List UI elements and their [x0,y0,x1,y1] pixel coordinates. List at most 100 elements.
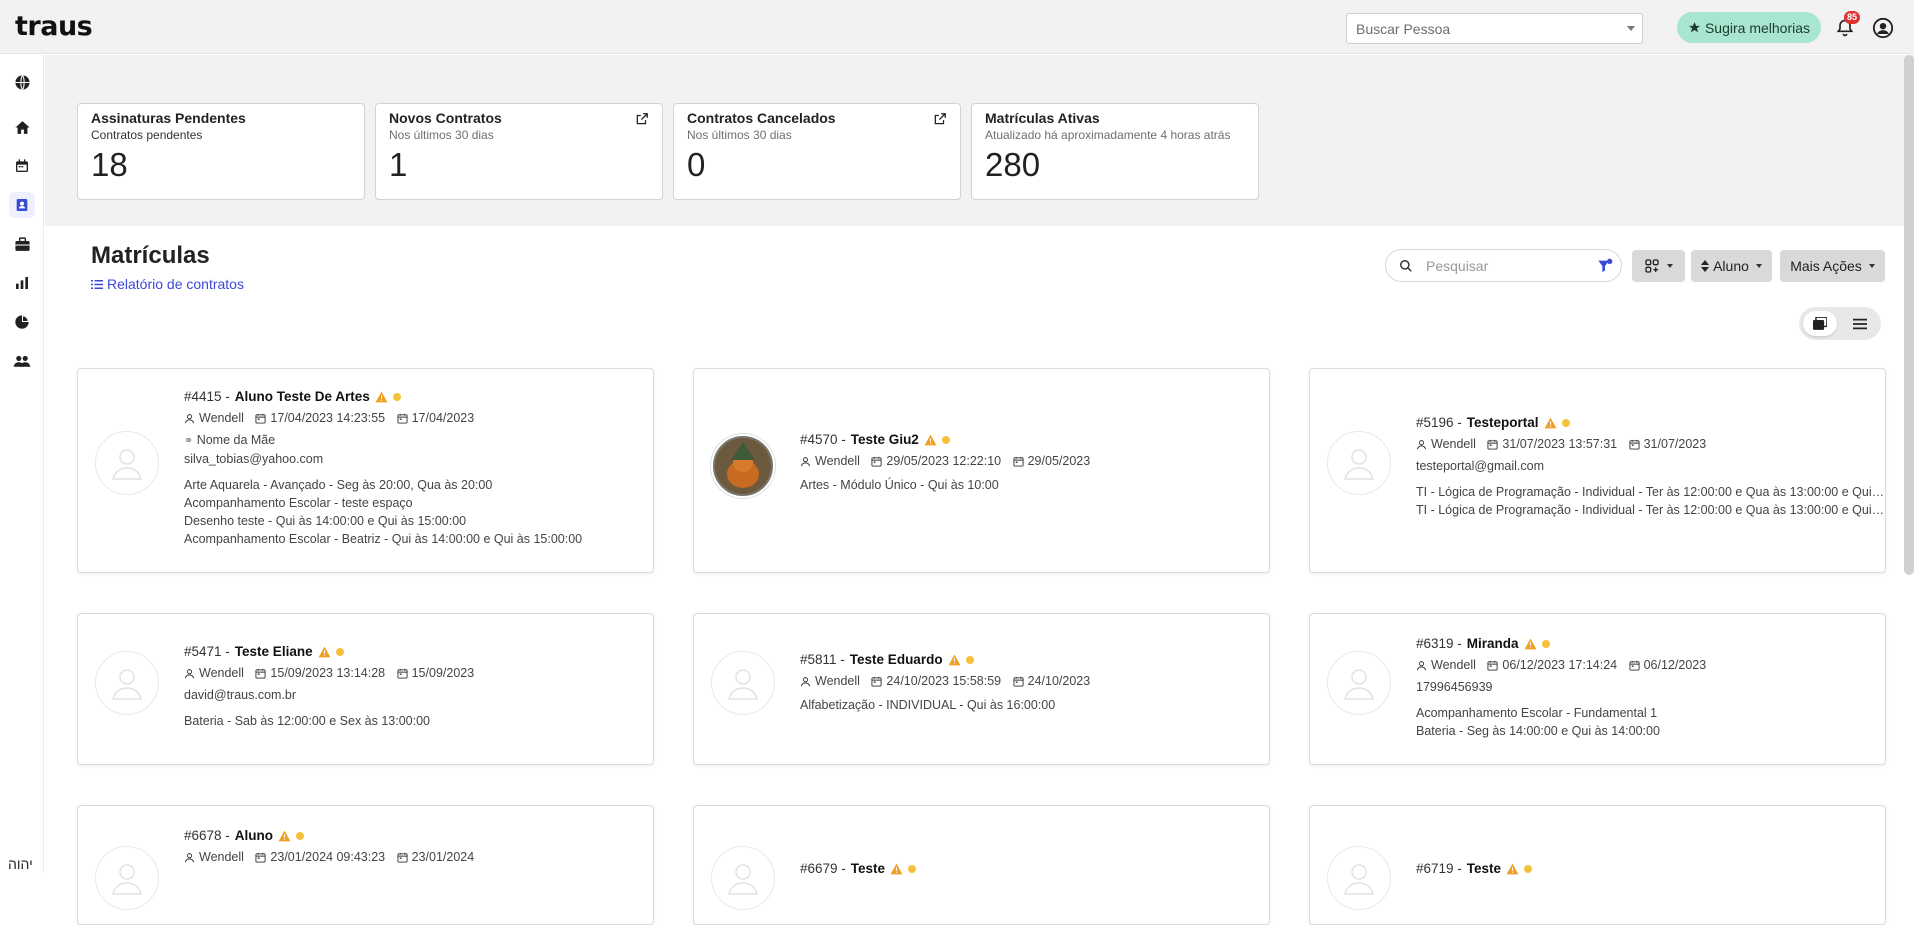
enrollment-meta: Wendell 31/07/2023 13:57:31 31/07/2023 [1416,437,1885,451]
card-view-button[interactable] [1803,311,1837,336]
class-schedule-line: Alfabetização - INDIVIDUAL - Qui às 16:0… [800,698,1056,712]
enrollment-date: 17/04/2023 [411,411,475,425]
calendar-icon [871,676,882,687]
sidebar-item-users[interactable] [9,348,35,374]
suggest-label: Sugira melhorias [1704,19,1811,36]
person-search-input[interactable] [1347,14,1607,43]
sidebar-item-analytics[interactable] [9,309,35,335]
sidebar-item-globe[interactable] [9,69,35,95]
sidebar-item-reports[interactable] [9,270,35,296]
chevron-down-icon [1755,264,1762,268]
student-avatar [711,651,775,715]
enrollment-card[interactable]: #5471 - Teste Eliane Wendell 15/09/2023 13… [77,613,654,765]
search-input[interactable] [1426,256,1586,276]
enrollment-number: #6679 - [800,861,846,876]
more-actions-button[interactable]: Mais Ações [1780,250,1885,282]
enrollment-card[interactable]: #6719 - Teste [1309,805,1886,925]
sidebar-item-enrollments[interactable] [9,192,35,218]
enrollment-date: 23/01/2024 [411,850,475,864]
stat-title: Contratos Cancelados [687,110,836,126]
status-dot [335,647,344,656]
enrollment-number: #4415 - [184,389,230,404]
calendar-icon [1013,456,1024,467]
responsible-user: Wendell [199,666,244,680]
calendar-icon [397,413,408,424]
chevron-down-icon[interactable] [1627,26,1635,31]
notification-badge: 85 [1844,11,1861,24]
created-at: 15/09/2023 13:14:28 [270,666,386,680]
person-search-select[interactable] [1346,13,1643,44]
student-name: Aluno [234,828,274,843]
sort-icon [1701,260,1710,272]
briefcase-icon [14,236,30,251]
enrollment-meta: Wendell 06/12/2023 17:14:24 06/12/2023 [1416,658,1706,672]
calendar-icon [255,413,266,424]
stat-subtitle: Nos últimos 30 dias [389,128,494,142]
warning-icon [375,391,388,402]
warning-icon [1524,638,1537,649]
enrollment-card[interactable]: #4570 - Teste Giu2 Wendell 29/05/2023 12:2… [693,368,1270,573]
class-schedule-line: TI - Lógica de Programação - Individual … [1416,503,1885,517]
enrollment-number: #5811 - [800,652,845,667]
created-at: 24/10/2023 15:58:59 [886,674,1002,688]
enrollment-search[interactable] [1385,249,1622,282]
default-avatar-icon [728,669,758,700]
student-name: Teste Eduardo [849,652,943,667]
enrollment-number: #6719 - [1416,861,1462,876]
scrollbar[interactable] [1904,55,1914,575]
sidebar-item-briefcase[interactable] [9,231,35,257]
stat-card-new-contracts[interactable]: Novos Contratos Nos últimos 30 dias 1 [375,103,663,200]
user-account-icon[interactable] [1872,17,1894,39]
class-schedule-line: Artes - Módulo Único - Qui às 10:00 [800,478,999,492]
filter-icon[interactable] [1597,258,1613,274]
enrollment-card[interactable]: #4415 - Aluno Teste De Artes Wendell 17/04… [77,368,654,573]
suggest-improvements-button[interactable]: Sugira melhorias [1677,12,1821,43]
enrollment-card[interactable]: #6679 - Teste [693,805,1270,925]
top-bar: traus Sugira melhorias 85 [0,0,1914,54]
list-view-button[interactable] [1843,311,1877,336]
enrollment-header: #6319 - Miranda [1416,636,1706,651]
student-name: Miranda [1466,636,1519,651]
grid-plus-icon [1645,259,1659,273]
enrollment-card[interactable]: #5196 - Testeportal Wendell 31/07/2023 13:… [1309,368,1886,573]
calendar-icon [397,852,408,863]
enrollment-card-body: #6678 - Aluno Wendell 23/01/2024 09:43:23 … [184,828,474,864]
default-avatar-icon [112,449,142,480]
responsible-user: Wendell [199,411,244,425]
student-contact: 17996456939 [1416,680,1493,694]
enrollment-card[interactable]: #6678 - Aluno Wendell 23/01/2024 09:43:23 … [77,805,654,925]
enrollment-date: 15/09/2023 [411,666,475,680]
sidebar-item-home[interactable] [9,114,35,140]
stat-card-cancelled-contracts[interactable]: Contratos Cancelados Nos últimos 30 dias… [673,103,961,200]
enrollment-meta: Wendell 17/04/2023 14:23:55 17/04/2023 [184,411,582,425]
enrollment-meta: Wendell 15/09/2023 13:14:28 15/09/2023 [184,666,474,680]
external-link-icon[interactable] [635,112,649,126]
cards-icon [1813,317,1827,330]
enrollment-date: 06/12/2023 [1643,658,1707,672]
status-dot [392,392,401,401]
globe-icon [14,74,30,90]
enrollment-card[interactable]: #6319 - Miranda Wendell 06/12/2023 17:14:2… [1309,613,1886,765]
group-view-button[interactable] [1632,250,1685,282]
external-link-icon[interactable] [933,112,947,126]
responsible-user: Wendell [1431,658,1476,672]
student-contact: testeportal@gmail.com [1416,459,1545,473]
sort-by-button[interactable]: Aluno [1691,250,1772,282]
stat-subtitle: Nos últimos 30 dias [687,128,792,142]
enrollment-card[interactable]: #5811 - Teste Eduardo Wendell 24/10/2023 1… [693,613,1270,765]
warning-icon [924,434,937,445]
warning-icon [318,646,331,657]
enrollment-header: #6719 - Teste [1416,861,1533,876]
student-avatar [1327,651,1391,715]
enrollment-card-body: #6319 - Miranda Wendell 06/12/2023 17:14:2… [1416,636,1706,740]
logo[interactable]: traus [15,11,93,42]
created-at: 29/05/2023 12:22:10 [886,454,1002,468]
sidebar-item-calendar[interactable] [9,153,35,179]
stat-card-pending-signatures[interactable]: Assinaturas Pendentes Contratos pendente… [77,103,365,200]
class-schedule-line: Bateria - Seg às 14:00:00 e Qui às 14:00… [1416,724,1660,738]
footer-logo: יהוה [8,856,33,872]
enrollment-number: #5471 - [184,644,230,659]
contract-report-link[interactable]: Relatório de contratos [91,276,244,292]
default-avatar-icon [728,864,758,895]
stat-card-active-enrollments[interactable]: Matrículas Ativas Atualizado há aproxima… [971,103,1259,200]
